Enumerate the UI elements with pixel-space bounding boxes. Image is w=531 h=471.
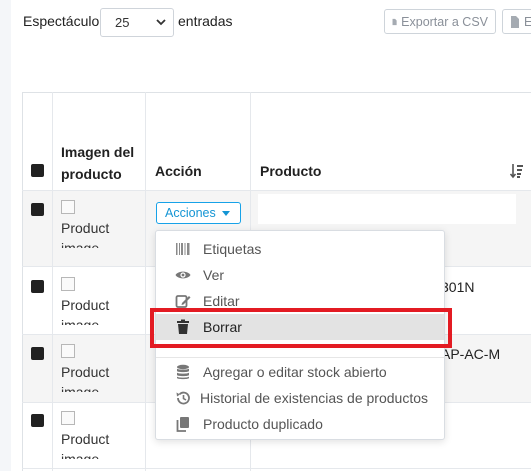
chevron-down-icon: [156, 19, 166, 26]
header-product[interactable]: Producto: [260, 160, 321, 182]
product-image[interactable]: Product image: [61, 198, 141, 248]
product-name: 301N: [441, 279, 475, 295]
row-checkbox[interactable]: [31, 347, 44, 360]
column-divider: [52, 92, 53, 471]
product-name: AP-AC-M: [441, 346, 501, 362]
page-size-value: 25: [115, 15, 130, 30]
broken-image-icon: [61, 411, 75, 425]
menu-item-etiquetas[interactable]: Etiquetas: [156, 236, 444, 262]
product-image-alt: Product image: [61, 431, 110, 459]
row-checkbox[interactable]: [31, 414, 44, 427]
product-image-alt: Product image: [61, 364, 110, 392]
edit-icon: [175, 295, 191, 308]
highlight-box: [150, 308, 452, 348]
product-image-alt: Product image: [61, 220, 110, 248]
eye-icon: [175, 271, 191, 279]
row-checkbox[interactable]: [31, 203, 44, 216]
menu-item-label: Etiquetas: [203, 241, 262, 257]
menu-item-label: Ver: [203, 267, 225, 283]
row-divider: [22, 468, 531, 469]
page-margin: [0, 0, 11, 471]
export-excel-label: E: [524, 15, 531, 29]
menu-item-label: Historial de existencias de productos: [200, 390, 429, 406]
export-csv-label: Exportar a CSV: [401, 14, 488, 29]
product-image-alt: Product image: [61, 297, 110, 325]
sort-icon[interactable]: [510, 163, 524, 179]
menu-divider: [156, 357, 444, 358]
database-icon: [177, 364, 189, 380]
menu-item-stock[interactable]: Agregar o editar stock abierto: [156, 359, 444, 385]
menu-item-historial[interactable]: Historial de existencias de productos: [156, 385, 444, 411]
file-csv-icon: [392, 18, 397, 25]
export-csv-button[interactable]: Exportar a CSV: [384, 9, 496, 34]
column-divider: [145, 92, 146, 471]
actions-dropdown-button[interactable]: Acciones: [156, 202, 241, 224]
copy-icon: [176, 417, 189, 432]
row-checkbox[interactable]: [31, 280, 44, 293]
product-image[interactable]: Product image: [61, 275, 141, 325]
file-excel-icon: [511, 15, 519, 28]
product-image[interactable]: Product image: [61, 409, 141, 459]
page-size-select[interactable]: 25: [100, 8, 174, 37]
menu-item-label: Editar: [203, 293, 240, 309]
history-icon: [176, 391, 190, 405]
actions-button-label: Acciones: [165, 206, 216, 220]
product-name-cell: [258, 194, 516, 224]
header-image[interactable]: Imagen del producto: [61, 141, 141, 185]
caret-down-icon: [221, 210, 230, 216]
export-excel-button[interactable]: E: [502, 9, 531, 34]
header-action[interactable]: Acción: [155, 160, 202, 182]
broken-image-icon: [61, 200, 75, 214]
menu-item-label: Agregar o editar stock abierto: [203, 364, 387, 380]
show-entries-label: Espectáculo: [23, 13, 100, 29]
broken-image-icon: [61, 277, 75, 291]
menu-item-duplicado[interactable]: Producto duplicado: [156, 411, 444, 437]
menu-item-ver[interactable]: Ver: [156, 262, 444, 288]
row-divider: [22, 190, 531, 191]
menu-item-label: Producto duplicado: [203, 416, 323, 432]
product-image[interactable]: Product image: [61, 342, 141, 392]
select-all-checkbox[interactable]: [31, 164, 44, 177]
entries-label: entradas: [178, 13, 233, 29]
barcode-icon: [176, 243, 190, 255]
broken-image-icon: [61, 344, 75, 358]
